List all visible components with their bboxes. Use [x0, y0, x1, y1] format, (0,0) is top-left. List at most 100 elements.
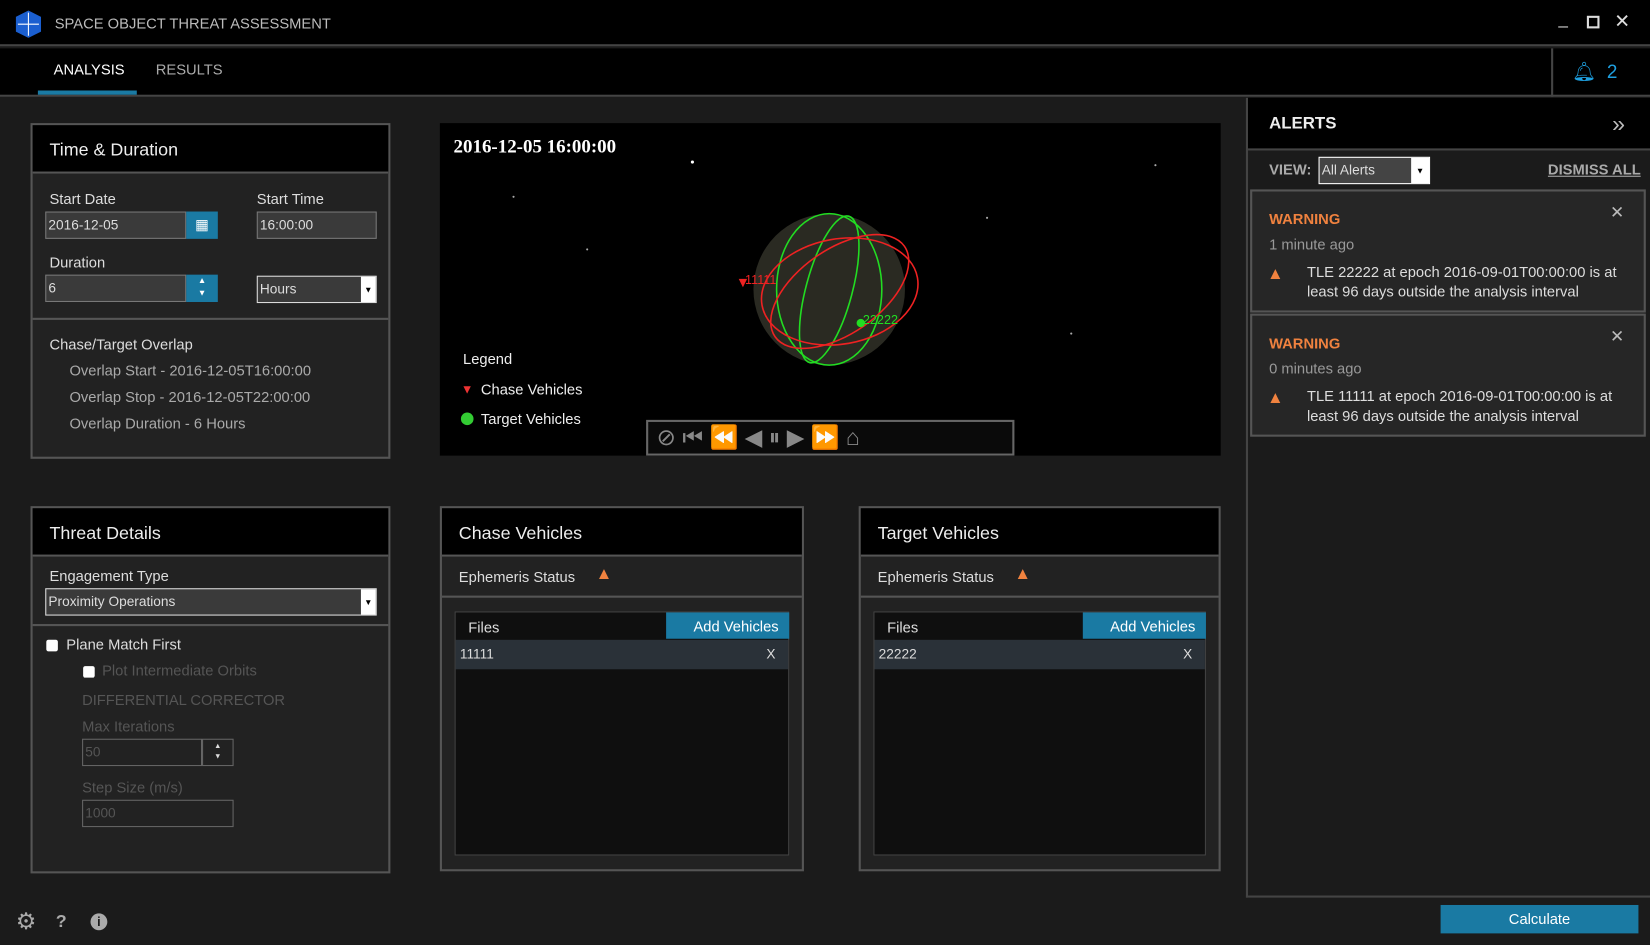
close-button[interactable]: ✕ — [1614, 11, 1630, 33]
overlap-stop: Overlap Stop - 2016-12-05T22:00:00 — [69, 388, 311, 406]
add-vehicles-button[interactable]: Add Vehicles — [1082, 612, 1206, 639]
legend-title: Legend — [463, 350, 513, 368]
alert-level: WARNING — [1269, 334, 1341, 352]
help-button[interactable]: ? — [56, 911, 67, 932]
start-time-input[interactable]: 16:00:00 — [256, 211, 377, 239]
app-logo-icon — [15, 10, 42, 38]
engagement-label: Engagement Type — [49, 567, 169, 585]
file-name: 11111 — [459, 646, 494, 662]
duration-label: Duration — [49, 253, 106, 271]
skip-start-icon[interactable]: ⏮ — [682, 424, 709, 450]
start-date-input[interactable]: 2016-12-05 — [45, 211, 187, 239]
info-icon[interactable]: i — [90, 913, 108, 931]
max-iterations-label: Max Iterations — [82, 717, 175, 735]
calculate-button[interactable]: Calculate — [1440, 904, 1639, 934]
plot-intermediate-label: Plot Intermediate Orbits — [102, 661, 257, 679]
alert-card: WARNING ✕ 0 minutes ago ▲ TLE 11111 at e… — [1250, 313, 1646, 437]
plane-match-label: Plane Match First — [66, 635, 181, 653]
duration-unit-select[interactable]: Hours ▼ — [256, 275, 377, 304]
tab-results[interactable]: RESULTS — [156, 61, 223, 78]
ephemeris-status-label: Ephemeris Status — [458, 568, 576, 586]
alerts-title: ALERTS — [1269, 114, 1337, 133]
panel-title: Threat Details — [32, 508, 389, 557]
hide-icon[interactable]: ⊘ — [657, 424, 683, 450]
diff-corrector-label: DIFFERENTIAL CORRECTOR — [82, 691, 286, 709]
globe-scene — [512, 160, 1157, 366]
list-item[interactable]: 11111 X — [455, 639, 789, 670]
close-icon[interactable]: ✕ — [1610, 326, 1624, 347]
alert-card: WARNING ✕ 1 minute ago ▲ TLE 22222 at ep… — [1250, 189, 1646, 313]
active-tab-indicator — [37, 90, 137, 95]
warning-icon: ▲ — [1266, 265, 1284, 284]
engagement-type-select[interactable]: Proximity Operations ▼ — [45, 588, 377, 616]
view-label: VIEW: — [1269, 161, 1312, 178]
legend-chase: Chase Vehicles — [480, 380, 583, 398]
add-vehicles-button[interactable]: Add Vehicles — [666, 612, 790, 639]
maximize-button[interactable] — [1586, 15, 1600, 29]
overlap-start: Overlap Start - 2016-12-05T16:00:00 — [69, 361, 312, 379]
alert-message: TLE 11111 at epoch 2016-09-01T00:00:00 i… — [1306, 387, 1613, 425]
add-label: Add Vehicles — [1110, 617, 1196, 635]
legend-target: Target Vehicles — [480, 410, 581, 428]
max-iterations-input[interactable]: 50 — [82, 738, 203, 767]
step-back-icon[interactable]: ◀ — [745, 424, 769, 450]
duration-stepper[interactable]: ▲ ▼ — [186, 274, 218, 303]
overlap-duration: Overlap Duration - 6 Hours — [69, 414, 246, 432]
ephemeris-status-label: Ephemeris Status — [877, 568, 994, 586]
target-label: 22222 — [862, 312, 899, 328]
chase-vehicles-panel: Chase Vehicles Ephemeris Status ▲ Files … — [439, 506, 804, 872]
globe-viewer[interactable]: 2016-12-05 16:00:00 11111 22222 Legend ▼… — [439, 123, 1221, 456]
minimize-button[interactable]: _ — [1558, 11, 1567, 30]
files-header: Files — [887, 618, 919, 636]
panel-title: Target Vehicles — [860, 508, 1219, 557]
remove-button[interactable]: X — [1183, 646, 1192, 662]
chevron-down-icon: ▼ — [1411, 157, 1430, 184]
chevron-down-icon: ▼ — [360, 276, 376, 303]
warning-icon: ▲ — [595, 565, 613, 583]
fast-forward-icon[interactable]: ⏩ — [811, 424, 846, 450]
duration-unit-value: Hours — [259, 280, 297, 297]
step-size-label: Step Size (m/s) — [82, 778, 183, 796]
tab-analysis[interactable]: ANALYSIS — [54, 61, 125, 78]
add-label: Add Vehicles — [693, 617, 779, 635]
bell-icon[interactable]: 🔔︎ — [1572, 61, 1596, 83]
alert-level: WARNING — [1269, 210, 1341, 228]
calendar-icon[interactable]: ▦ — [186, 211, 218, 239]
panel-title: Time & Duration — [32, 125, 389, 174]
plane-match-checkbox[interactable] — [46, 639, 58, 652]
engagement-value: Proximity Operations — [48, 593, 176, 610]
play-icon[interactable]: ▶ — [787, 424, 811, 450]
title-bar: SPACE OBJECT THREAT ASSESSMENT _ ✕ — [0, 0, 1650, 47]
list-item[interactable]: 22222 X — [874, 639, 1205, 670]
plot-intermediate-checkbox[interactable] — [83, 666, 95, 678]
chevron-down-icon: ▼ — [360, 589, 376, 615]
dismiss-all-button[interactable]: DISMISS ALL — [1548, 161, 1641, 178]
rewind-icon[interactable]: ⏪ — [710, 424, 745, 450]
file-name: 22222 — [878, 646, 917, 662]
playback-controls: ⊘⏮⏪◀⏸▶⏩⌂ — [646, 419, 1015, 456]
chase-triangle-icon: ▼ — [460, 381, 474, 397]
files-header: Files — [468, 618, 500, 636]
step-size-input[interactable]: 1000 — [82, 799, 234, 828]
time-duration-panel: Time & Duration Start Date 2016-12-05 ▦ … — [30, 123, 391, 459]
collapse-icon[interactable]: » — [1612, 110, 1625, 137]
duration-input[interactable]: 6 — [45, 274, 187, 303]
warning-icon: ▲ — [1266, 389, 1284, 408]
threat-details-panel: Threat Details Engagement Type Proximity… — [30, 506, 391, 874]
alert-filter-select[interactable]: All Alerts ▼ — [1318, 156, 1431, 185]
notification-count[interactable]: 2 — [1607, 61, 1618, 83]
chase-label: 11111 — [745, 272, 777, 288]
alert-message: TLE 22222 at epoch 2016-09-01T00:00:00 i… — [1306, 263, 1617, 300]
pause-icon[interactable]: ⏸ — [769, 424, 787, 450]
alert-time: 0 minutes ago — [1269, 359, 1362, 377]
alert-filter-value: All Alerts — [1321, 162, 1375, 178]
close-icon[interactable]: ✕ — [1610, 202, 1624, 223]
max-iterations-stepper[interactable]: ▲ ▼ — [202, 738, 234, 767]
remove-button[interactable]: X — [766, 646, 775, 662]
target-circle-icon — [460, 412, 474, 426]
home-icon[interactable]: ⌂ — [846, 424, 866, 450]
tab-bar: ANALYSIS RESULTS 🔔︎ 2 — [0, 48, 1650, 97]
target-vehicles-panel: Target Vehicles Ephemeris Status ▲ Files… — [858, 506, 1221, 872]
warning-icon: ▲ — [1014, 565, 1032, 583]
gear-icon[interactable]: ⚙ — [16, 908, 37, 935]
